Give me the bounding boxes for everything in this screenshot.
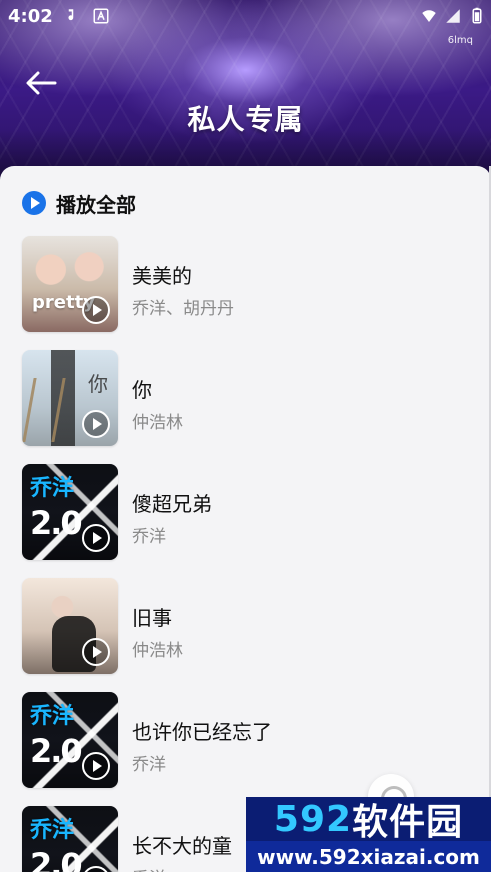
watermark: 592 软件园 www.592xiazai.com: [246, 797, 491, 872]
play-icon[interactable]: [82, 524, 110, 552]
song-title: 你: [132, 378, 152, 402]
cover-2-0-graphic: 2.0: [30, 504, 83, 542]
play-circle-icon: [22, 191, 46, 215]
song-artist: 乔洋、胡丹丹: [132, 299, 234, 319]
play-all-label: 播放全部: [56, 192, 136, 217]
back-button[interactable]: [20, 66, 60, 100]
cellular-signal-icon: [446, 9, 460, 23]
song-artist: 仲浩林: [132, 641, 183, 661]
song-item-1[interactable]: pretty 美美的 乔洋、胡丹丹: [22, 236, 472, 334]
song-item-5[interactable]: 乔洋 2.0 也许你已经忘了 乔洋: [22, 692, 472, 790]
watermark-number: 592: [273, 798, 353, 840]
play-icon[interactable]: [82, 866, 110, 872]
play-icon[interactable]: [82, 752, 110, 780]
song-cover: 乔洋 2.0: [22, 806, 118, 872]
battery-icon: [472, 7, 482, 24]
watermark-text: 软件园: [352, 802, 464, 843]
page-title: 私人专属: [187, 103, 304, 136]
arrow-left-icon: [26, 71, 57, 95]
easel-graphic: [22, 378, 66, 442]
song-cover: pretty: [22, 236, 118, 332]
play-icon[interactable]: [82, 410, 110, 438]
song-title: 美美的: [132, 264, 192, 288]
play-all-button[interactable]: 播放全部: [22, 188, 136, 218]
cover-2-0-graphic: 2.0: [30, 846, 83, 872]
song-artist: 乔洋: [132, 755, 166, 775]
song-artist: 乔洋: [132, 864, 166, 872]
song-title: 旧事: [132, 606, 172, 630]
song-cover: [22, 578, 118, 674]
song-item-3[interactable]: 乔洋 2.0 傻超兄弟 乔洋: [22, 464, 472, 562]
song-item-2[interactable]: 你 你 仲浩林: [22, 350, 472, 448]
song-cover: 你: [22, 350, 118, 446]
status-time: 4:02: [8, 6, 53, 27]
song-cover: 乔洋 2.0: [22, 464, 118, 560]
cover-text: 乔洋: [30, 818, 75, 843]
song-artist: 仲浩林: [132, 413, 183, 433]
cover-text: 乔洋: [30, 704, 75, 729]
song-title: 也许你已经忘了: [132, 720, 272, 744]
song-title: 傻超兄弟: [132, 492, 212, 516]
song-artist: 乔洋: [132, 527, 166, 547]
song-title: 长不大的童: [132, 834, 232, 858]
status-bar: 4:02: [0, 0, 491, 34]
song-list-panel: 播放全部 pretty 美美的 乔洋、胡丹丹 你 你 仲浩林 乔洋 2.0 傻超…: [0, 166, 491, 872]
song-cover: 乔洋 2.0: [22, 692, 118, 788]
watermark-title: 592 软件园: [246, 797, 491, 844]
music-note-icon: [68, 9, 74, 21]
a-square-icon: [93, 8, 109, 24]
cover-text: 乔洋: [30, 476, 75, 501]
carrier-label: 6lmq: [447, 35, 473, 46]
wifi-icon: [422, 10, 436, 22]
cover-2-0-graphic: 2.0: [30, 732, 83, 770]
cover-text: 你: [88, 372, 108, 396]
play-icon[interactable]: [82, 638, 110, 666]
song-item-4[interactable]: 旧事 仲浩林: [22, 578, 472, 676]
watermark-url: www.592xiazai.com: [246, 841, 491, 872]
play-icon[interactable]: [82, 296, 110, 324]
